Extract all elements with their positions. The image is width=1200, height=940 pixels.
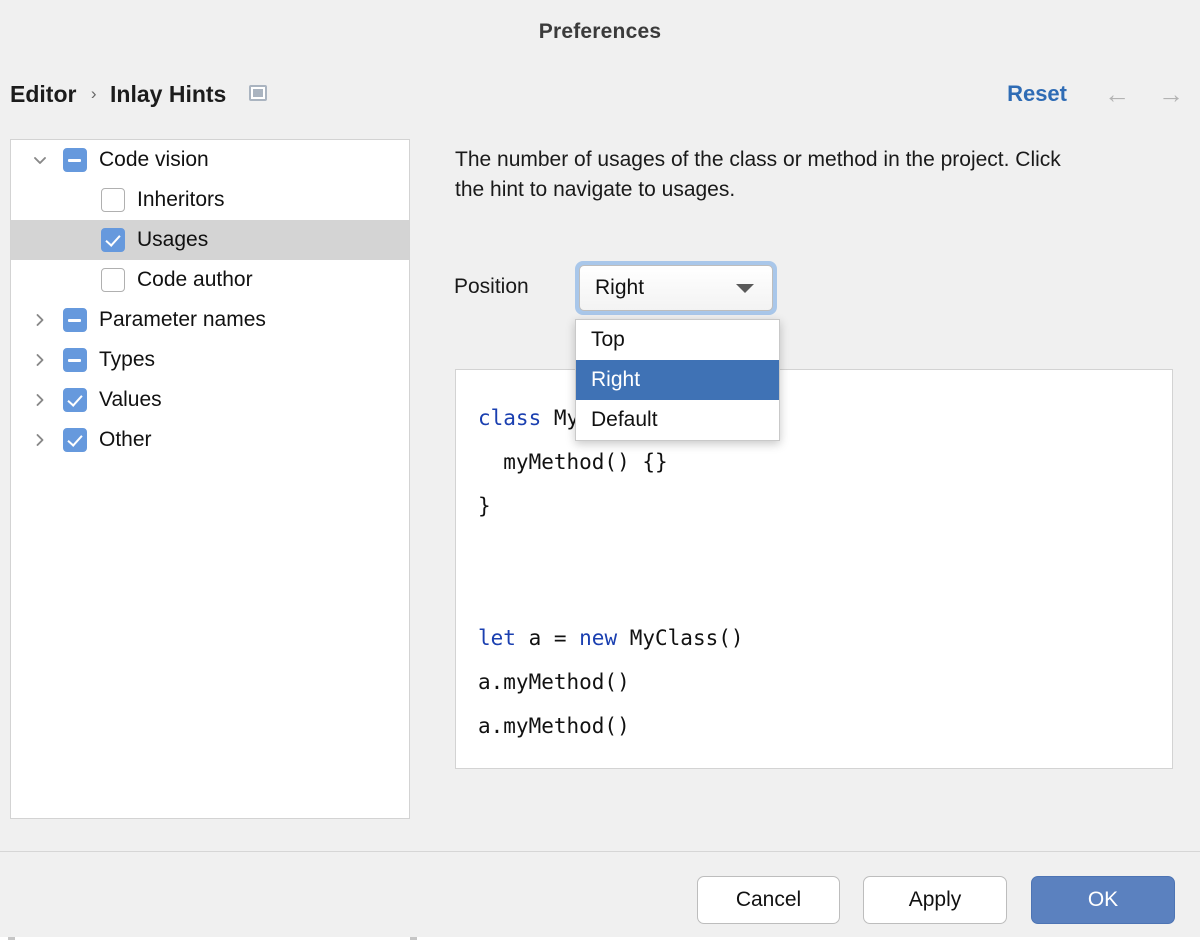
- footer-divider: [0, 851, 1200, 852]
- forward-arrow-icon[interactable]: →: [1152, 76, 1190, 112]
- chevron-right-icon[interactable]: [29, 420, 51, 460]
- tree-row-label: Code vision: [99, 148, 209, 171]
- tree-row[interactable]: Values: [11, 380, 409, 420]
- tree-row-label: Usages: [137, 228, 209, 251]
- expander-spacer: [67, 180, 89, 220]
- code-preview-text: class MyClass { myMethod() {}} let a = n…: [456, 370, 1172, 748]
- code-line: }: [478, 484, 1172, 528]
- code-text: }: [478, 494, 491, 518]
- tree-row-label: Parameter names: [99, 308, 266, 331]
- tree-checkbox[interactable]: [101, 228, 125, 252]
- tree-checkbox[interactable]: [101, 268, 125, 292]
- code-line: let a = new MyClass(): [478, 616, 1172, 660]
- breadcrumb-current: Inlay Hints: [110, 81, 227, 107]
- back-arrow-icon[interactable]: ←: [1098, 76, 1136, 112]
- apply-button[interactable]: Apply: [863, 876, 1007, 924]
- expander-spacer: [67, 220, 89, 260]
- code-line: myMethod() {}: [478, 440, 1172, 484]
- tree-row-label: Code author: [137, 268, 253, 291]
- tree-checkbox[interactable]: [101, 188, 125, 212]
- cancel-button[interactable]: Cancel: [697, 876, 840, 924]
- tree-row-label: Inheritors: [137, 188, 225, 211]
- position-combobox-face[interactable]: Right: [579, 265, 773, 311]
- tree-checkbox[interactable]: [63, 388, 87, 412]
- tree-checkbox[interactable]: [63, 148, 87, 172]
- tree-row-label: Other: [99, 428, 152, 451]
- settings-tree[interactable]: Code vision Inheritors Usages Code author Pa…: [10, 139, 410, 819]
- page-title: Preferences: [538, 20, 662, 43]
- tree-row[interactable]: Inheritors: [11, 180, 409, 220]
- dropdown-option[interactable]: Top: [576, 320, 779, 360]
- breadcrumb-root[interactable]: Editor: [10, 76, 76, 112]
- chevron-down-icon: [736, 284, 754, 293]
- code-preview-panel: class MyClass { myMethod() {}} let a = n…: [455, 369, 1173, 769]
- position-dropdown-list[interactable]: Top Right Default: [575, 319, 780, 441]
- tree-row[interactable]: Other: [11, 420, 409, 460]
- chevron-right-icon: ›: [90, 84, 97, 103]
- position-combobox-value: Right: [595, 276, 645, 299]
- tree-row[interactable]: Code vision: [11, 140, 409, 180]
- code-text: a.myMethod(): [478, 714, 630, 738]
- code-text: myMethod() {}: [478, 450, 668, 474]
- inlay-hint-icon: [248, 85, 267, 101]
- ok-button[interactable]: OK: [1031, 876, 1175, 924]
- code-text: a.myMethod(): [478, 670, 630, 694]
- setting-description: The number of usages of the class or met…: [455, 148, 1061, 201]
- code-keyword: new: [579, 626, 618, 650]
- code-text: MyClass(): [617, 626, 744, 650]
- position-label: Position: [454, 275, 529, 298]
- chevron-right-icon[interactable]: [29, 380, 51, 420]
- code-line: a.myMethod(): [478, 660, 1172, 704]
- code-text: a =: [515, 626, 580, 650]
- tree-row-label: Types: [99, 348, 156, 371]
- position-combobox[interactable]: Right: [575, 261, 777, 315]
- expander-spacer: [67, 260, 89, 300]
- tree-row[interactable]: Types: [11, 340, 409, 380]
- code-line: a.myMethod(): [478, 704, 1172, 748]
- tree-checkbox[interactable]: [63, 308, 87, 332]
- tree-checkbox[interactable]: [63, 348, 87, 372]
- chevron-right-icon[interactable]: [29, 340, 51, 380]
- tree-row[interactable]: Code author: [11, 260, 409, 300]
- preferences-dialog: Preferences Editor › Inlay Hints Reset ←…: [0, 0, 1200, 940]
- tree-row-label: Values: [99, 388, 162, 411]
- reset-link[interactable]: Reset: [1007, 76, 1067, 112]
- code-keyword: class: [478, 406, 542, 430]
- tree-row[interactable]: Usages: [11, 220, 409, 260]
- dropdown-option[interactable]: Right: [576, 360, 779, 400]
- chevron-right-icon[interactable]: [29, 300, 51, 340]
- dropdown-option[interactable]: Default: [576, 400, 779, 440]
- code-keyword: let: [478, 626, 516, 650]
- tree-row[interactable]: Parameter names: [11, 300, 409, 340]
- tree-checkbox[interactable]: [63, 428, 87, 452]
- chevron-down-icon[interactable]: [29, 140, 51, 180]
